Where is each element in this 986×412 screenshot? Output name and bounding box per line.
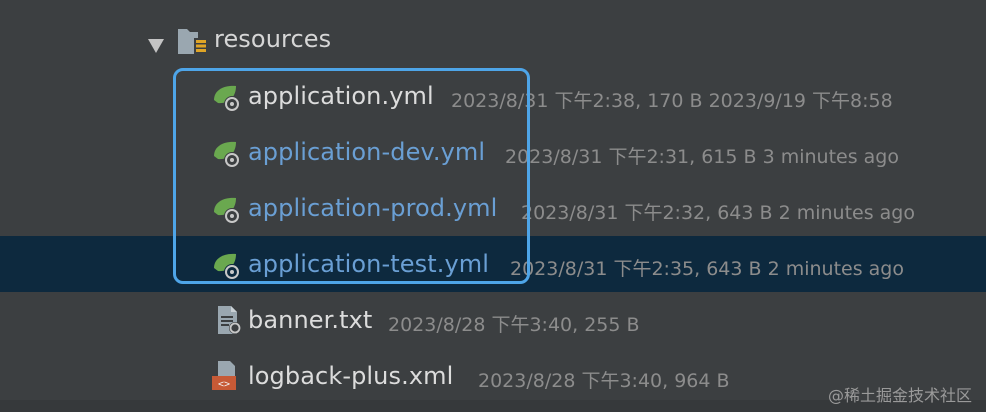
text-file-icon (212, 304, 244, 336)
annotation-highlight-box (173, 68, 530, 284)
file-meta: 2023/8/31 下午2:32, 643 B 2 minutes ago (521, 202, 915, 224)
watermark-text: @稀土掘金技术社区 (827, 386, 972, 405)
resources-folder-icon (176, 24, 208, 56)
file-meta: 2023/8/31 下午2:31, 615 B 3 minutes ago (505, 146, 899, 168)
folder-name: resources (214, 25, 332, 53)
expand-arrow-icon[interactable] (148, 39, 164, 53)
file-name: logback-plus.xml (248, 362, 454, 390)
file-meta: 2023/8/31 下午2:35, 643 B 2 minutes ago (510, 258, 904, 280)
file-meta: 2023/8/28 下午3:40, 964 B (478, 370, 730, 392)
tree-row-resources[interactable]: resources (0, 12, 986, 68)
file-meta: 2023/8/28 下午3:40, 255 B (388, 314, 640, 336)
svg-text:<>: <> (218, 379, 230, 390)
project-tree: resources application.yml 2023/8/31 下午2:… (0, 0, 986, 412)
file-name: banner.txt (248, 306, 373, 334)
xml-file-icon: <> (210, 360, 242, 392)
tree-row-file[interactable]: banner.txt 2023/8/28 下午3:40, 255 B (0, 292, 986, 348)
